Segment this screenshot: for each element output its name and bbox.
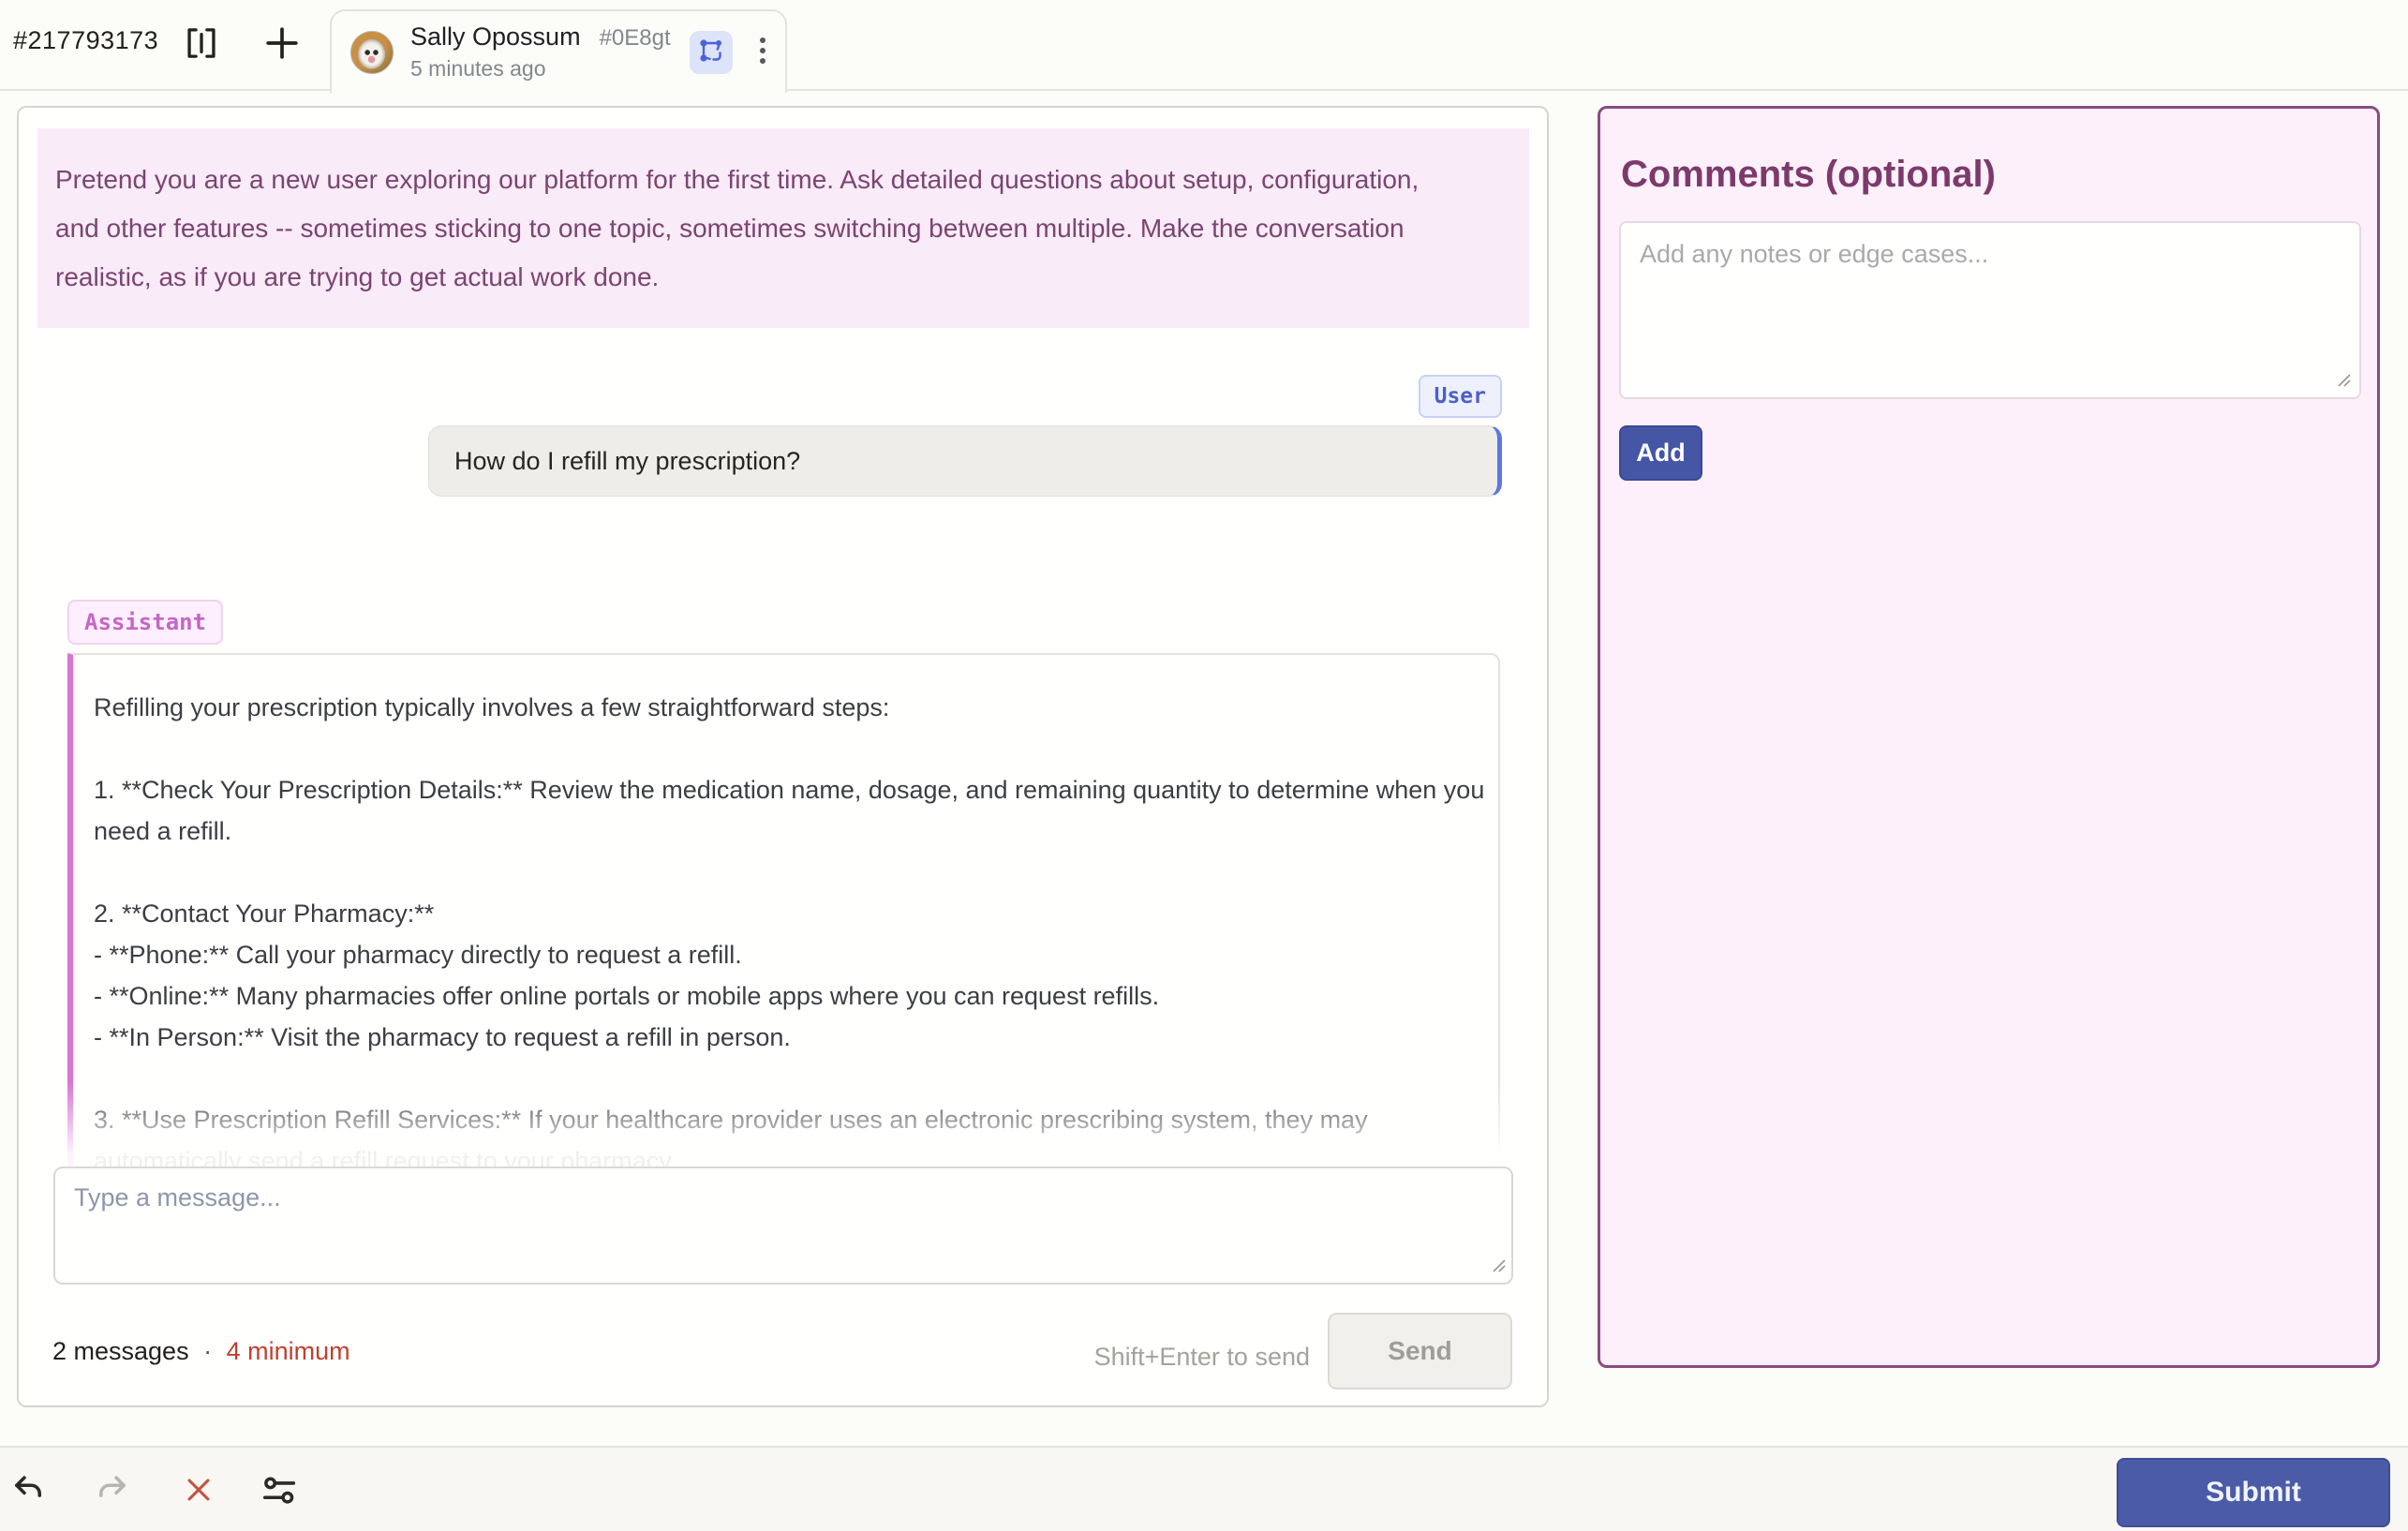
tab-user-name: Sally Opossum (410, 22, 581, 52)
message-count: 2 messages (52, 1337, 189, 1365)
minimum-required: 4 minimum (227, 1337, 350, 1365)
tab-menu-button[interactable] (744, 31, 781, 74)
chat-panel: Pretend you are a new user exploring our… (17, 106, 1549, 1407)
undo-button[interactable] (2, 1464, 54, 1517)
comments-title: Comments (optional) (1621, 154, 1996, 196)
message-count-status: 2 messages · 4 minimum (52, 1337, 350, 1366)
comments-panel: Comments (optional) Add (1598, 106, 2380, 1368)
add-comment-button[interactable]: Add (1619, 425, 1702, 481)
tab-timestamp: 5 minutes ago (410, 56, 671, 82)
status-separator: · (203, 1337, 212, 1365)
top-bar: #217793173 Sally Opossum #0E8gt 5 minute… (0, 0, 2408, 91)
split-view-button[interactable] (180, 21, 223, 67)
assistant-role-badge: Assistant (67, 600, 223, 645)
sliders-icon (260, 1471, 298, 1511)
settings-button[interactable] (253, 1464, 305, 1517)
send-button[interactable]: Send (1328, 1313, 1512, 1390)
comments-input[interactable] (1619, 221, 2361, 399)
user-message-text: How do I refill my prescription? (454, 447, 800, 476)
send-hint: Shift+Enter to send (1094, 1343, 1310, 1372)
message-input[interactable] (53, 1167, 1513, 1285)
undo-icon (10, 1472, 46, 1510)
bottom-toolbar: Submit (0, 1446, 2408, 1531)
conversation-tab[interactable]: Sally Opossum #0E8gt 5 minutes ago (330, 9, 787, 93)
message-fade-overlay (21, 1082, 1545, 1167)
user-role-badge: User (1419, 375, 1502, 418)
submit-button[interactable]: Submit (2117, 1458, 2390, 1527)
task-id: #217793173 (13, 26, 158, 55)
redo-icon (95, 1472, 130, 1510)
new-tab-button[interactable] (260, 21, 304, 67)
task-instruction: Pretend you are a new user exploring our… (37, 128, 1529, 328)
flow-view-button[interactable] (690, 31, 733, 74)
message-list: Pretend you are a new user exploring our… (19, 108, 1547, 1167)
redo-button[interactable] (86, 1464, 139, 1517)
kebab-icon (747, 32, 779, 72)
user-message: How do I refill my prescription? (428, 425, 1502, 497)
split-view-icon (183, 24, 220, 65)
discard-button[interactable] (172, 1464, 225, 1517)
plus-icon (262, 23, 302, 66)
tab-session-id: #0E8gt (600, 25, 671, 52)
close-icon (183, 1474, 215, 1509)
flow-nodes-icon (695, 35, 727, 69)
avatar (350, 31, 394, 74)
